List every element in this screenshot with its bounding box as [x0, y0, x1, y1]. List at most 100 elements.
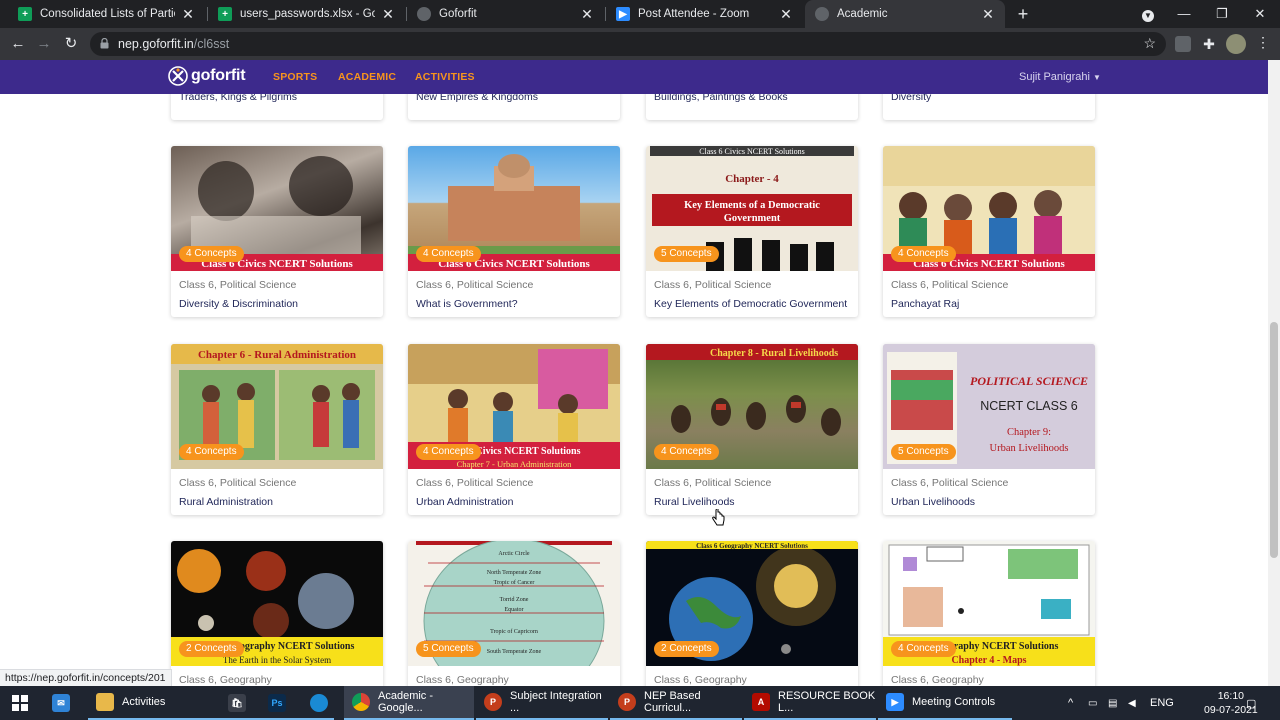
svg-text:South Temperate Zone: South Temperate Zone: [487, 649, 542, 655]
battery-icon[interactable]: ▭: [1088, 686, 1102, 720]
svg-text:Geography NCERT Solutions: Geography NCERT Solutions: [228, 641, 355, 652]
powerpoint-icon: P: [484, 693, 502, 711]
address-bar[interactable]: nep.goforfit.in/cl6sst ☆: [90, 32, 1166, 56]
concepts-badge: 5 Concepts: [654, 246, 719, 262]
concepts-badge: 4 Concepts: [179, 246, 244, 262]
taskbar-resource-book[interactable]: A RESOURCE BOOK L...: [744, 686, 876, 720]
close-tab-icon[interactable]: ✕: [181, 6, 195, 23]
course-card[interactable]: Class 6 Civics NCERT Solutions 4 Concept…: [408, 146, 620, 317]
sheets-icon: +: [218, 7, 232, 21]
close-window-button[interactable]: ✕: [1242, 0, 1278, 28]
nav-sports[interactable]: SPORTS: [273, 71, 317, 83]
card-title: Urban Livelihoods: [891, 496, 976, 508]
notifications-icon[interactable]: ▢: [1246, 686, 1262, 720]
course-card[interactable]: Class 6 Civics NCERT Solutions 4 Concept…: [883, 146, 1095, 317]
close-tab-icon[interactable]: ✕: [580, 6, 594, 23]
course-card[interactable]: Chapter 8 - Rural Livelihoods 4 Concepts…: [646, 344, 858, 515]
course-card[interactable]: Geography NCERT Solutions Chapter 4 - Ma…: [883, 541, 1095, 686]
card-title: Diversity & Discrimination: [179, 298, 299, 310]
network-icon[interactable]: ▤: [1108, 686, 1122, 720]
concepts-badge: 4 Concepts: [654, 444, 719, 460]
card-title: Rural Administration: [179, 496, 273, 508]
forward-button[interactable]: →: [33, 34, 55, 54]
tab-consolidated-lists[interactable]: + Consolidated Lists of Participants ✕: [8, 0, 205, 28]
taskbar-academic-chrome[interactable]: Academic - Google...: [344, 686, 474, 720]
photoshop-taskbar-icon[interactable]: Ps: [268, 686, 292, 720]
powerpoint-icon: P: [618, 693, 636, 711]
svg-text:Chapter 4 - Maps: Chapter 4 - Maps: [951, 655, 1026, 666]
card-title: Key Elements of Democratic Government: [654, 298, 848, 310]
svg-text:North Temperate Zone: North Temperate Zone: [487, 570, 542, 576]
concepts-badge: 5 Concepts: [416, 641, 481, 657]
tab-users-passwords[interactable]: + users_passwords.xlsx - Google Sh ✕: [208, 0, 405, 28]
course-card[interactable]: New Empires & Kingdoms: [408, 94, 620, 120]
browser-toolbar: ← → ↻ nep.goforfit.in/cl6sst ☆ ✚ ⋮: [0, 28, 1280, 60]
course-card[interactable]: Geography NCERT Solutions The Earth in t…: [171, 541, 383, 686]
start-button[interactable]: [8, 686, 32, 720]
zoom-icon: ▶: [616, 7, 630, 21]
menu-kebab-icon[interactable]: ⋮: [1256, 34, 1270, 51]
close-tab-icon[interactable]: ✕: [779, 6, 793, 23]
url-text: nep.goforfit.in/cl6sst: [118, 37, 230, 51]
sheets-icon: +: [18, 7, 32, 21]
tab-goforfit[interactable]: Goforfit ✕: [407, 0, 604, 28]
chevron-down-icon: ▼: [1093, 73, 1101, 82]
goforfit-logo[interactable]: goforfit: [168, 66, 246, 86]
logo-mark-icon: [168, 66, 188, 86]
card-meta: Class 6, Political Science: [416, 477, 534, 489]
course-card[interactable]: POLITICAL SCIENCE NCERT CLASS 6 Chapter …: [883, 344, 1095, 515]
course-card[interactable]: Traders, Kings & Pilgrims: [171, 94, 383, 120]
concepts-badge: 5 Concepts: [891, 444, 956, 460]
course-card[interactable]: Diversity: [883, 94, 1095, 120]
restore-button[interactable]: ❐: [1204, 0, 1240, 28]
back-button[interactable]: ←: [7, 34, 29, 54]
card-meta: Class 6, Political Science: [416, 279, 534, 291]
tray-chevron-icon[interactable]: ^: [1068, 686, 1082, 720]
edge-taskbar-icon[interactable]: [310, 686, 334, 720]
bookmark-star-icon[interactable]: ☆: [1143, 35, 1156, 52]
course-card[interactable]: Class 6 Geography NCERT Solutions 2 Conc…: [646, 541, 858, 686]
concepts-badge: 4 Concepts: [416, 444, 481, 460]
course-card[interactable]: Arctic Circle North Temperate Zone Tropi…: [408, 541, 620, 686]
profile-avatar[interactable]: [1226, 34, 1246, 54]
scrollbar-thumb[interactable]: [1270, 322, 1278, 558]
course-card[interactable]: Civics NCERT Solutions Chapter 7 - Urban…: [408, 344, 620, 515]
volume-icon[interactable]: ◀: [1128, 686, 1142, 720]
new-tab-button[interactable]: +: [1012, 3, 1034, 25]
store-taskbar-icon[interactable]: 🛍: [228, 686, 252, 720]
course-card[interactable]: Buildings, Paintings & Books: [646, 94, 858, 120]
taskbar-meeting-controls[interactable]: ▶ Meeting Controls: [878, 686, 1012, 720]
site-navbar: goforfit SPORTS ACADEMIC ACTIVITIES Suji…: [0, 60, 1268, 94]
tab-search-button[interactable]: ▼: [1130, 0, 1166, 28]
course-card[interactable]: Class 6 Civics NCERT Solutions Chapter -…: [646, 146, 858, 317]
mail-taskbar-icon[interactable]: ✉: [52, 686, 76, 720]
tab-academic[interactable]: Academic ✕: [805, 0, 1005, 28]
nav-activities[interactable]: ACTIVITIES: [415, 71, 475, 83]
language-indicator[interactable]: ENG: [1150, 686, 1174, 720]
globe-icon: [417, 7, 431, 21]
course-card[interactable]: Chapter 6 - Rural Administration 4 Conce…: [171, 344, 383, 515]
taskbar-nep-based[interactable]: P NEP Based Curricul...: [610, 686, 742, 720]
card-title: What is Government?: [416, 298, 518, 310]
card-meta: Class 6, Political Science: [179, 279, 297, 291]
close-tab-icon[interactable]: ✕: [981, 6, 995, 23]
close-tab-icon[interactable]: ✕: [381, 6, 395, 23]
photoshop-icon: Ps: [268, 694, 286, 712]
nav-academic[interactable]: ACADEMIC: [338, 71, 396, 83]
concepts-badge: 4 Concepts: [416, 246, 481, 262]
mail-icon: ✉: [52, 694, 70, 712]
lock-icon: [100, 38, 109, 49]
page-scrollbar[interactable]: [1268, 60, 1280, 686]
course-card[interactable]: Class 6 Civics NCERT Solutions 4 Concept…: [171, 146, 383, 317]
puzzle-icon[interactable]: ✚: [1201, 36, 1217, 52]
taskbar-subject-integration[interactable]: P Subject Integration ...: [476, 686, 608, 720]
user-menu[interactable]: Sujit Panigrahi ▼: [1019, 71, 1101, 83]
tab-post-attendee-zoom[interactable]: ▶ Post Attendee - Zoom ✕: [606, 0, 803, 28]
taskbar-activities[interactable]: Activities: [88, 686, 334, 720]
browser-tab-strip: + Consolidated Lists of Participants ✕ +…: [0, 0, 1280, 28]
extension-icon[interactable]: [1175, 36, 1191, 52]
minimize-button[interactable]: —: [1166, 0, 1202, 28]
zoom-icon: ▶: [886, 693, 904, 711]
svg-text:Chapter - 4: Chapter - 4: [725, 173, 779, 185]
reload-button[interactable]: ↻: [60, 34, 82, 54]
